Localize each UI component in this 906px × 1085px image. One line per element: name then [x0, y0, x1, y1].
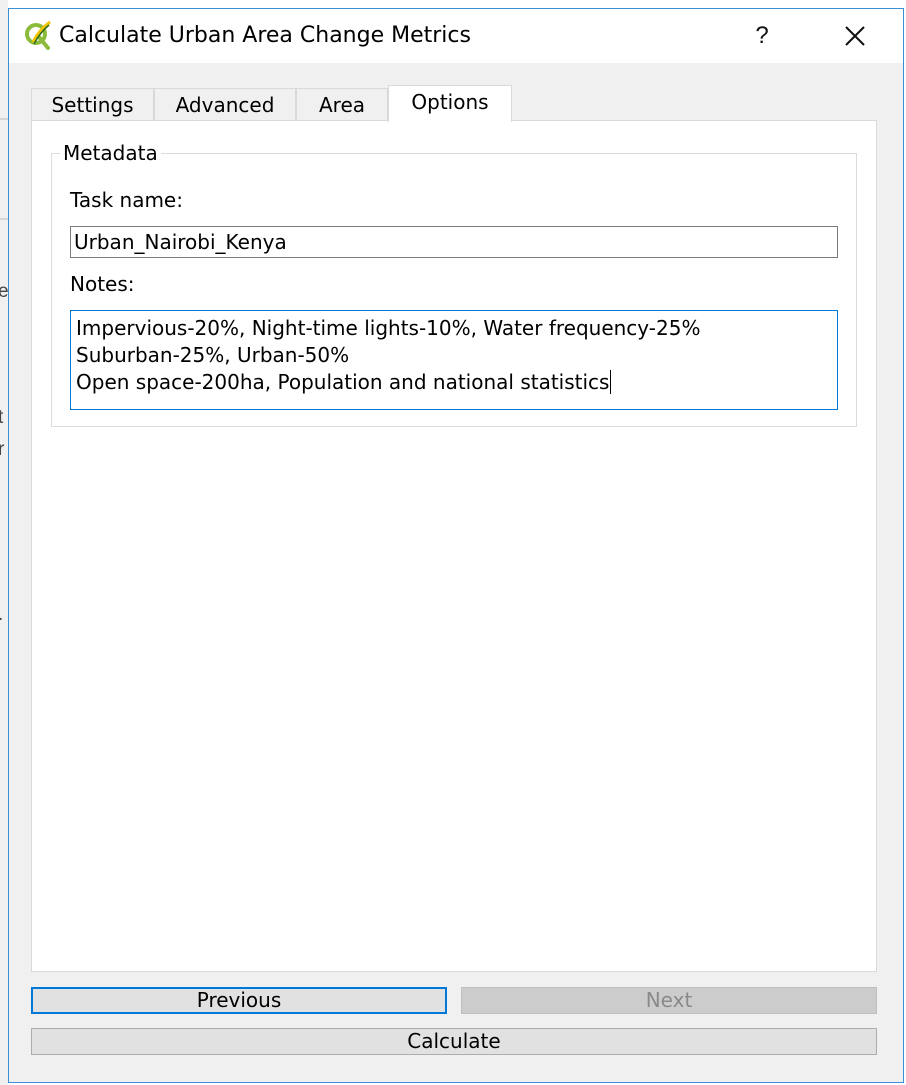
notes-line: Suburban-25%, Urban-50%	[76, 343, 350, 367]
title-bar: Calculate Urban Area Change Metrics ?	[9, 9, 903, 63]
options-panel: Metadata Task name: Urban_Nairobi_Kenya …	[31, 120, 877, 972]
tab-advanced[interactable]: Advanced	[154, 88, 296, 121]
task-name-label: Task name:	[70, 188, 183, 212]
notes-label: Notes:	[70, 272, 135, 296]
task-name-input[interactable]: Urban_Nairobi_Kenya	[70, 226, 838, 258]
background-glyph: r	[0, 439, 5, 460]
tab-options[interactable]: Options	[388, 85, 512, 122]
previous-button[interactable]: Previous	[31, 987, 447, 1014]
dialog-window: Calculate Urban Area Change Metrics ? Se…	[8, 8, 904, 1083]
tab-area[interactable]: Area	[296, 88, 388, 121]
notes-line-last: Open space-200ha, Population and nationa…	[76, 369, 832, 396]
background-divider	[0, 118, 8, 120]
calculate-button[interactable]: Calculate	[31, 1028, 877, 1055]
notes-line: Impervious-20%, Night-time lights-10%, W…	[76, 316, 701, 340]
background-app-edge: e t r .	[0, 0, 9, 1085]
help-button[interactable]: ?	[737, 17, 787, 57]
notes-line-text: Open space-200ha, Population and nationa…	[76, 370, 610, 394]
metadata-groupbox: Metadata Task name: Urban_Nairobi_Kenya …	[51, 140, 857, 427]
tab-settings[interactable]: Settings	[31, 88, 154, 121]
text-cursor	[610, 370, 612, 394]
notes-textarea[interactable]: Impervious-20%, Night-time lights-10%, W…	[70, 310, 838, 410]
close-icon	[845, 26, 865, 46]
background-glyph: .	[0, 605, 3, 625]
window-title: Calculate Urban Area Change Metrics	[59, 23, 471, 48]
background-glyph: t	[0, 407, 4, 428]
qgis-logo-icon	[25, 20, 51, 50]
close-button[interactable]	[827, 17, 883, 57]
background-divider	[0, 218, 8, 220]
next-button[interactable]: Next	[461, 987, 877, 1014]
metadata-group-title: Metadata	[60, 140, 161, 166]
